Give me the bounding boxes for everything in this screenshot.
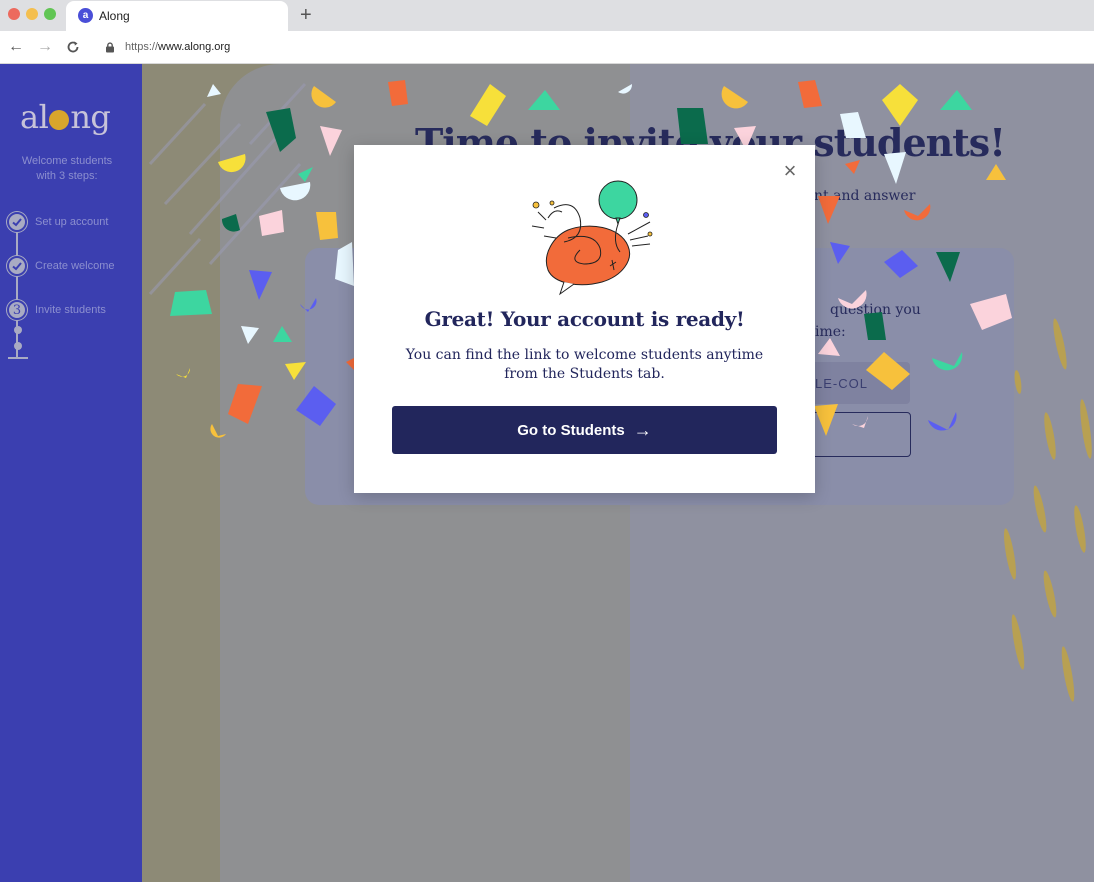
sun-icon (49, 110, 70, 130)
check-icon (7, 212, 27, 232)
sidebar-subtitle: Welcome students with 3 steps: (0, 154, 134, 184)
browser-tab-bar: a Along + (0, 0, 1094, 31)
sidebar: al ng Welcome students with 3 steps: Set … (0, 64, 142, 882)
maximize-window-button[interactable] (44, 8, 56, 20)
step-label: Create welcome (35, 260, 115, 272)
logo-text-right: ng (70, 98, 111, 136)
success-modal: × Great! Your account is ready! You can … (354, 145, 815, 493)
modal-body: You can find the link to welcome student… (405, 347, 764, 382)
tab-title: Along (99, 9, 130, 23)
along-favicon-icon: a (78, 8, 93, 23)
card-text-line1: question you (830, 302, 921, 318)
card-text-line2: ime: (815, 324, 846, 340)
substep-dot (14, 326, 22, 334)
step-end-bar (8, 357, 28, 359)
sidebar-subtitle-line2: with 3 steps: (36, 170, 98, 182)
url-host: www.along.org (158, 41, 231, 53)
class-code: LE-COL (815, 376, 868, 391)
forward-arrow-icon[interactable]: → (37, 37, 53, 57)
logo-text-left: al (20, 98, 49, 136)
reload-icon[interactable] (66, 37, 80, 60)
address-bar: ← → https://www.along.org (0, 31, 1094, 64)
celebration-illustration (531, 180, 653, 296)
step-connector (16, 318, 18, 358)
close-window-button[interactable] (8, 8, 20, 20)
url-scheme: https:// (125, 41, 159, 53)
step-label: Set up account (35, 216, 109, 228)
url-field[interactable]: https://www.along.org (125, 41, 230, 53)
page-subtext: unt and answer (805, 188, 916, 204)
back-arrow-icon[interactable]: ← (8, 37, 24, 57)
substep-dot (14, 342, 22, 350)
minimize-window-button[interactable] (26, 8, 38, 20)
modal-title: Great! Your account is ready! (424, 307, 745, 331)
step-number: 3 (7, 300, 27, 320)
close-icon[interactable]: × (778, 159, 802, 183)
sidebar-subtitle-line1: Welcome students (21, 155, 113, 167)
cta-label: Go to Students (517, 421, 625, 439)
lock-icon (106, 42, 114, 53)
new-tab-button[interactable]: + (300, 4, 312, 26)
arrow-right-icon: → (633, 419, 652, 440)
go-to-students-button[interactable]: Go to Students → (392, 406, 777, 454)
copy-code-button[interactable] (800, 412, 911, 457)
along-logo: al ng (20, 98, 111, 136)
step-label: Invite students (35, 304, 106, 316)
browser-tab[interactable]: a Along (66, 1, 288, 31)
check-icon (7, 256, 27, 276)
